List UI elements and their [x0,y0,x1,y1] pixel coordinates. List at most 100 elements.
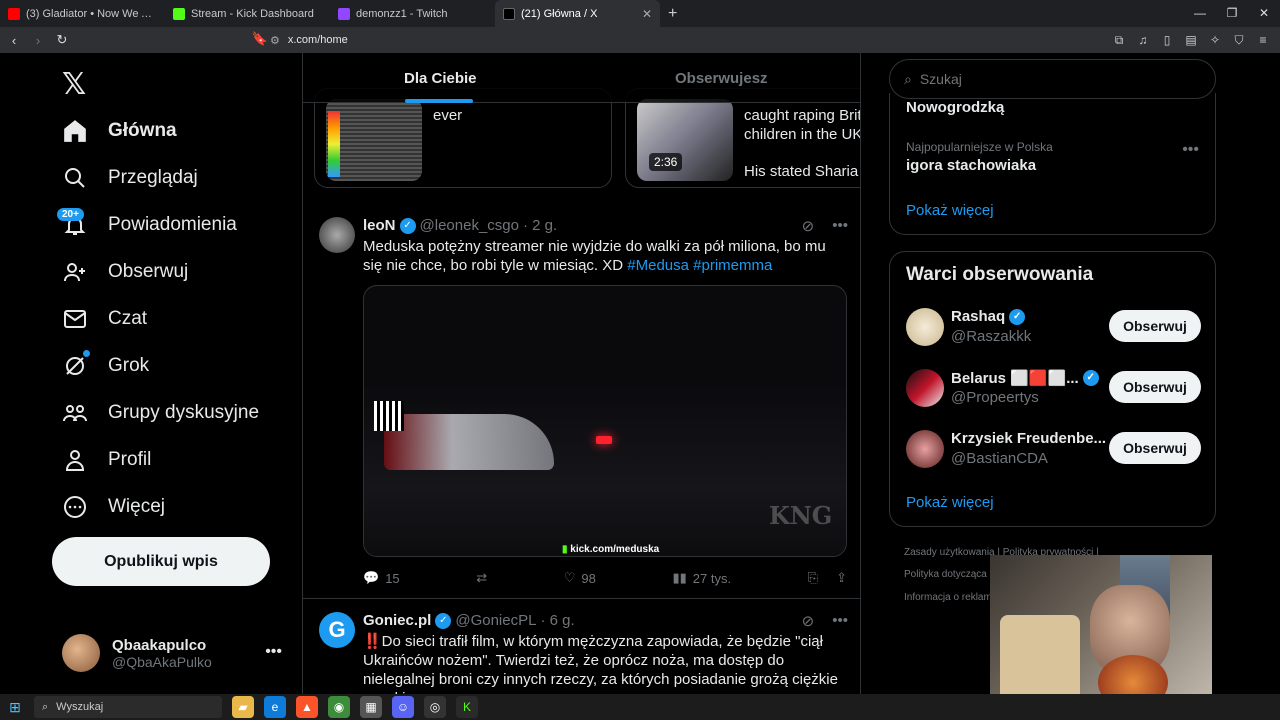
account-switcher[interactable]: Qbaakapulco @QbaAkaPulko ••• [62,631,292,675]
footer-links[interactable]: Informacja o reklam [904,592,992,603]
minimize-button[interactable]: — [1184,0,1216,27]
more-dots-icon[interactable]: ••• [832,217,848,235]
menu-icon[interactable]: ≡ [1254,31,1272,49]
suggestion-handle: @BastianCDA [951,450,1048,467]
profile-name: Qbaakapulco [112,636,207,654]
leo-icon[interactable]: ✧ [1206,31,1224,49]
nav-label: Profil [108,449,152,470]
tab-following[interactable]: Obserwujesz [675,70,768,87]
restore-button[interactable]: ❐ [1216,0,1248,27]
tweet-header: Goniec.pl ✓ @GoniecPL · 6 g. [363,612,575,629]
nav-follow[interactable]: Obserwuj [62,257,188,287]
follow-suggestion[interactable]: Rashaq ✓ @Raszakkk Obserwuj [906,308,1201,348]
nav-grok[interactable]: Grok [62,351,149,381]
retweet-button[interactable]: ⇄ [476,570,487,586]
browser-tab-twitch[interactable]: demonzz1 - Twitch [330,0,495,27]
grok-icon[interactable]: ⊘ [802,612,815,630]
trend-category: Najpopularniejsze w Polska [906,140,1053,154]
address-bar[interactable]: ⚙ x.com/home [270,30,990,50]
windows-start-icon[interactable]: ⊞ [0,699,30,716]
follow-button[interactable]: Obserwuj [1109,310,1201,342]
trend-title[interactable]: igora stachowiaka [906,157,1036,174]
close-window-button[interactable]: ✕ [1248,0,1280,27]
browser-tab-x[interactable]: (21) Główna / X ✕ [495,0,660,27]
bookmark-icon[interactable]: 🔖 [250,31,270,47]
author-handle[interactable]: @GoniecPL [455,612,536,629]
embedded-card-1[interactable]: ever [314,88,612,188]
tab-title: demonzz1 - Twitch [356,7,448,20]
obs-icon[interactable]: ◎ [424,696,446,718]
discord-icon[interactable]: ☺ [392,696,414,718]
avatar [906,308,944,346]
app-icon[interactable]: ▦ [360,696,382,718]
views-button[interactable]: ▮▮ 27 tys. [672,570,731,586]
nav-more[interactable]: Więcej [62,492,165,522]
new-tab-button[interactable]: + [668,5,677,23]
author-handle[interactable]: @leonek_csgo [420,217,519,234]
close-tab-icon[interactable]: ✕ [642,7,652,21]
reply-button[interactable]: 💬 15 [363,570,400,586]
search-icon: ⌕ [42,700,49,713]
file-explorer-icon[interactable]: ▰ [232,696,254,718]
kick-icon[interactable]: K [456,696,478,718]
vpn-icon[interactable]: ⛉ [1230,31,1248,49]
bookmark-icon[interactable]: ⎘ [808,570,818,586]
show-more-link[interactable]: Pokaż więcej [906,202,994,219]
card-text: caught raping Briti [744,107,861,124]
grok-icon[interactable]: ⊘ [802,217,815,235]
footer-links[interactable]: Polityka dotycząca [904,569,987,580]
like-count: 98 [581,570,596,586]
more-dots-icon[interactable]: ••• [1182,141,1199,159]
avatar[interactable]: G [319,612,355,648]
avatar[interactable] [319,217,355,253]
tweet[interactable]: G Goniec.pl ✓ @GoniecPL · 6 g. ⊘ ••• ‼️D… [303,599,860,694]
extensions-icon[interactable]: ⧉ [1110,31,1128,49]
back-icon[interactable]: ‹ [4,33,24,48]
user-icon [62,447,88,473]
wallet-icon[interactable]: ▤ [1182,31,1200,49]
reload-icon[interactable]: ↻ [52,32,72,48]
trend-title[interactable]: Nowogrodzką [906,99,1004,116]
brave-icon[interactable]: ▲ [296,696,318,718]
show-more-link[interactable]: Pokaż więcej [906,494,994,511]
nav-chat[interactable]: Czat [62,304,147,334]
like-button[interactable]: ♡ 98 [564,570,596,586]
follow-suggestion[interactable]: Krzysiek Freudenbe... @BastianCDA Obserw… [906,430,1201,470]
nav-notifications[interactable]: Powiadomienia [62,210,237,240]
author-name[interactable]: leoN [363,217,396,234]
browser-tab-kick[interactable]: Stream - Kick Dashboard [165,0,330,27]
tweet[interactable]: leoN ✓ @leonek_csgo · 2 g. ⊘ ••• Meduska… [303,199,860,599]
sidebar-icon[interactable]: ▯ [1158,31,1176,49]
nav-home[interactable]: Główna [62,116,177,146]
video-player[interactable]: ▮ kick.com/meduska KNG [363,285,847,557]
more-dots-icon[interactable]: ••• [265,643,282,661]
follow-button[interactable]: Obserwuj [1109,432,1201,464]
embedded-card-2[interactable]: 2:36 caught raping Briti children in the… [625,88,861,188]
who-to-follow-box: Warci obserwowania Rashaq ✓ @Raszakkk Obs… [889,251,1216,527]
suggestion-name: Belarus ⬜🟥⬜... ✓ [951,369,1099,387]
follow-suggestion[interactable]: Belarus ⬜🟥⬜... ✓ @Propeertys Obserwuj [906,369,1201,409]
nav-communities[interactable]: Grupy dyskusyjne [62,398,259,428]
nav-profile[interactable]: Profil [62,445,151,475]
share-icon[interactable]: ⇪ [836,570,847,586]
site-info-icon[interactable]: ⚙ [270,34,280,47]
tweet-time[interactable]: · 2 g. [523,217,557,234]
nav-explore[interactable]: Przeglądaj [62,163,198,193]
forward-icon[interactable]: › [28,33,48,48]
tweet-time[interactable]: · 6 g. [540,612,574,629]
road-scene [364,386,846,556]
chrome-icon[interactable]: ◉ [328,696,350,718]
x-logo-icon[interactable]: 𝕏 [62,67,86,102]
post-button[interactable]: Opublikuj wpis [52,537,270,586]
nav-label: Grupy dyskusyjne [108,402,260,423]
tab-for-you[interactable]: Dla Ciebie [404,70,477,87]
author-name[interactable]: Goniec.pl [363,612,431,629]
card-text: ever [433,107,463,124]
hashtags[interactable]: #Medusa #primemma [627,257,772,274]
browser-tab-youtube[interactable]: (3) Gladiator • Now We Are Free • Ha [0,0,165,27]
more-dots-icon[interactable]: ••• [832,612,848,630]
follow-button[interactable]: Obserwuj [1109,371,1201,403]
edge-icon[interactable]: e [264,696,286,718]
media-icon[interactable]: ♫ [1134,31,1152,49]
taskbar-search[interactable]: ⌕ Wyszukaj [34,696,222,718]
